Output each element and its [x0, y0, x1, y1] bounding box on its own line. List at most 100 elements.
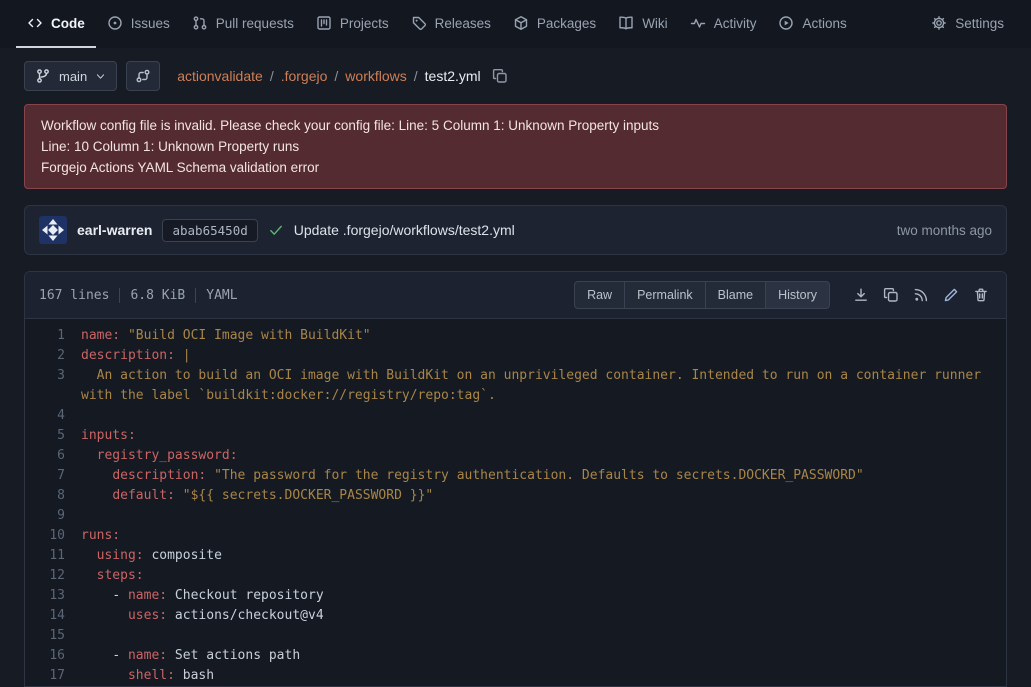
line-number[interactable]: 4: [25, 406, 81, 426]
code-line: 2description: |: [25, 346, 1006, 366]
line-number[interactable]: 3: [25, 366, 81, 406]
code-content: description: "The password for the regis…: [81, 466, 1006, 486]
file-header: 167 lines 6.8 KiB YAML RawPermalinkBlame…: [25, 272, 1006, 319]
raw-button[interactable]: Raw: [574, 281, 625, 309]
nav-item-wiki[interactable]: Wiki: [607, 0, 679, 48]
pencil-button[interactable]: [936, 280, 966, 310]
breadcrumb-link[interactable]: actionvalidate: [177, 68, 263, 84]
nav-item-issues[interactable]: Issues: [96, 0, 181, 48]
breadcrumb-separator: /: [334, 68, 338, 84]
commit-bar: earl-warren abab65450d Update .forgejo/w…: [24, 205, 1007, 255]
code-content: description: |: [81, 346, 1006, 366]
gear-icon: [931, 15, 947, 31]
blame-button[interactable]: Blame: [705, 281, 766, 309]
line-number[interactable]: 2: [25, 346, 81, 366]
nav-item-label: Projects: [340, 16, 389, 31]
avatar[interactable]: [39, 216, 67, 244]
copy-icon: [883, 287, 899, 303]
error-banner-line: Line: 10 Column 1: Unknown Property runs: [41, 136, 990, 157]
file-actions-group: RawPermalinkBlameHistory: [574, 281, 830, 309]
line-number[interactable]: 12: [25, 566, 81, 586]
download-icon: [853, 287, 869, 303]
pull-request-icon: [192, 15, 208, 31]
code-line: 9: [25, 506, 1006, 526]
code-line: 5inputs:: [25, 426, 1006, 446]
breadcrumb-link[interactable]: workflows: [345, 68, 406, 84]
rss-button[interactable]: [906, 280, 936, 310]
git-branch-icon: [35, 68, 51, 84]
code-content: name: "Build OCI Image with BuildKit": [81, 326, 1006, 346]
nav-item-projects[interactable]: Projects: [305, 0, 400, 48]
branch-selector[interactable]: main: [24, 61, 117, 91]
code-line: 10runs:: [25, 526, 1006, 546]
nav-item-actions[interactable]: Actions: [767, 0, 857, 48]
code-line: 17 shell: bash: [25, 666, 1006, 686]
breadcrumb-row: main actionvalidate/.forgejo/workflows/t…: [24, 61, 1007, 91]
line-number[interactable]: 17: [25, 666, 81, 686]
commit-status-check[interactable]: [268, 222, 284, 238]
code-content: shell: bash: [81, 666, 1006, 686]
file-icon-buttons: [846, 280, 996, 310]
nav-item-settings[interactable]: Settings: [920, 0, 1015, 48]
nav-item-label: Activity: [714, 16, 757, 31]
commit-author[interactable]: earl-warren: [77, 222, 152, 238]
divider: [119, 288, 120, 303]
permalink-button[interactable]: Permalink: [624, 281, 706, 309]
line-number[interactable]: 14: [25, 606, 81, 626]
code-line: 11 using: composite: [25, 546, 1006, 566]
line-number[interactable]: 16: [25, 646, 81, 666]
book-icon: [618, 15, 634, 31]
nav-spacer: [858, 0, 920, 48]
line-number[interactable]: 1: [25, 326, 81, 346]
line-number[interactable]: 7: [25, 466, 81, 486]
commit-message[interactable]: Update .forgejo/workflows/test2.yml: [294, 222, 515, 238]
project-icon: [316, 15, 332, 31]
code-line: 14 uses: actions/checkout@v4: [25, 606, 1006, 626]
nav-item-label: Code: [51, 16, 85, 31]
file-view: 167 lines 6.8 KiB YAML RawPermalinkBlame…: [24, 271, 1007, 687]
file-language: YAML: [206, 288, 237, 303]
line-number[interactable]: 5: [25, 426, 81, 446]
line-number[interactable]: 15: [25, 626, 81, 646]
check-icon: [268, 222, 284, 238]
nav-item-pull-requests[interactable]: Pull requests: [181, 0, 305, 48]
history-button[interactable]: History: [765, 281, 830, 309]
line-number[interactable]: 13: [25, 586, 81, 606]
breadcrumb-link[interactable]: .forgejo: [281, 68, 328, 84]
code-content: steps:: [81, 566, 1006, 586]
package-icon: [513, 15, 529, 31]
nav-item-packages[interactable]: Packages: [502, 0, 607, 48]
copy-button[interactable]: [876, 280, 906, 310]
line-number[interactable]: 8: [25, 486, 81, 506]
play-circle-icon: [778, 15, 794, 31]
trash-icon: [973, 287, 989, 303]
compare-button[interactable]: [126, 61, 160, 91]
code-line: 7 description: "The password for the reg…: [25, 466, 1006, 486]
code-content: An action to build an OCI image with Bui…: [81, 366, 1006, 406]
nav-item-activity[interactable]: Activity: [679, 0, 768, 48]
code-line: 13 - name: Checkout repository: [25, 586, 1006, 606]
copy-path-button[interactable]: [490, 66, 510, 86]
code-content: - name: Checkout repository: [81, 586, 1006, 606]
line-number[interactable]: 11: [25, 546, 81, 566]
file-line-count: 167 lines: [39, 288, 109, 303]
code-line: 16 - name: Set actions path: [25, 646, 1006, 666]
divider: [195, 288, 196, 303]
download-button[interactable]: [846, 280, 876, 310]
nav-item-label: Settings: [955, 16, 1004, 31]
line-number[interactable]: 9: [25, 506, 81, 526]
trash-button[interactable]: [966, 280, 996, 310]
breadcrumb-separator: /: [270, 68, 274, 84]
line-number[interactable]: 6: [25, 446, 81, 466]
caret-down-icon: [95, 71, 106, 82]
breadcrumb: actionvalidate/.forgejo/workflows/test2.…: [177, 68, 480, 84]
nav-item-code[interactable]: Code: [16, 0, 96, 48]
nav-item-label: Issues: [131, 16, 170, 31]
line-number[interactable]: 10: [25, 526, 81, 546]
branch-name: main: [59, 69, 87, 84]
commit-sha-badge[interactable]: abab65450d: [162, 219, 257, 242]
nav-item-label: Releases: [435, 16, 491, 31]
issue-icon: [107, 15, 123, 31]
nav-item-releases[interactable]: Releases: [400, 0, 502, 48]
code-line: 8 default: "${{ secrets.DOCKER_PASSWORD …: [25, 486, 1006, 506]
